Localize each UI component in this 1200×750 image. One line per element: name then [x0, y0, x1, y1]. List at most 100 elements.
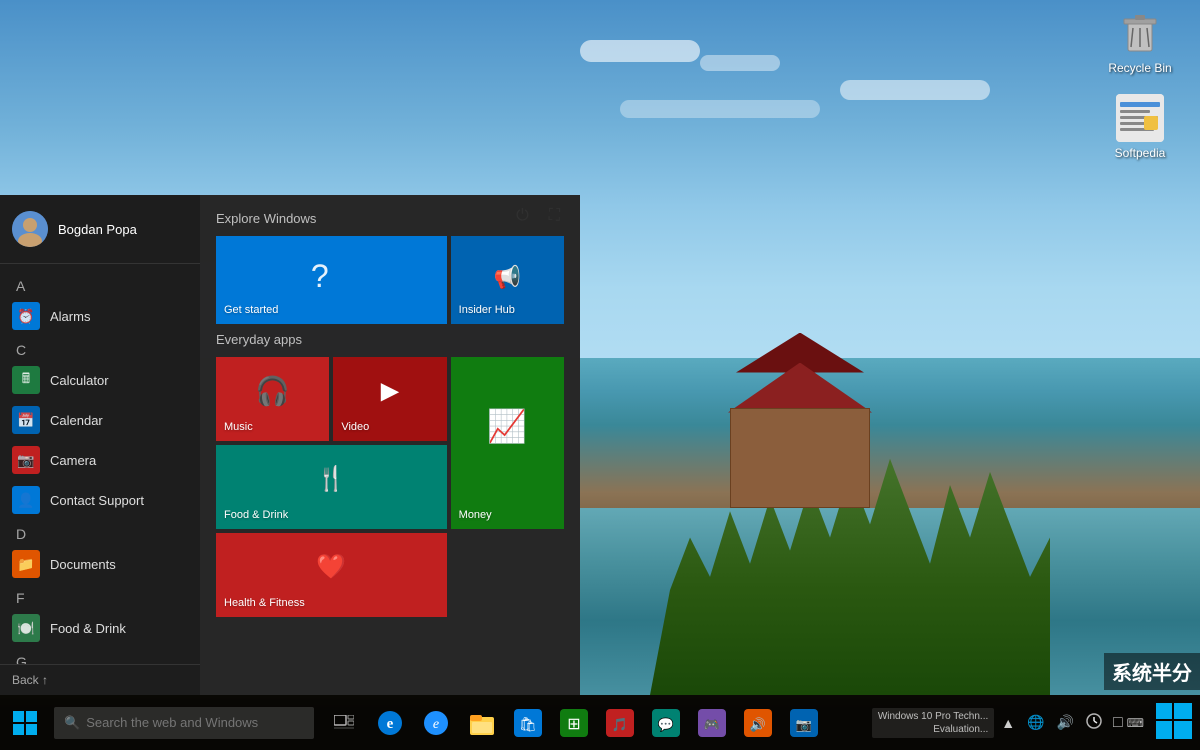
food-drink-label: Food & Drink: [50, 621, 126, 636]
search-bar[interactable]: 🔍: [54, 707, 314, 739]
everyday-tiles-grid: 🎧 Music ▶ Video 📈 Money 🍴 Food & Drink: [216, 357, 564, 617]
app-5-svg: 🔊: [744, 709, 772, 737]
insider-hub-tile-icon: 📢: [494, 264, 521, 290]
start-menu-left-panel: Bogdan Popa ⏻ ⛶ A ⏰ Alarms C 🖩 Calcu: [0, 195, 200, 695]
system-tray: Windows 10 Pro Techn... Evaluation... ▲ …: [872, 703, 1200, 742]
svg-text:📷: 📷: [796, 717, 812, 732]
food-drink-tile-label: Food & Drink: [224, 509, 288, 521]
svg-text:e: e: [433, 717, 439, 732]
app-item-calculator[interactable]: 🖩 Calculator: [0, 360, 200, 400]
svg-text:💬: 💬: [658, 717, 674, 732]
start-button[interactable]: [0, 695, 50, 750]
app-icon-1[interactable]: ⊞: [552, 695, 596, 750]
edge-icon[interactable]: e: [368, 695, 412, 750]
cloud-2: [700, 55, 780, 71]
insider-hub-tile-label: Insider Hub: [459, 304, 515, 316]
softpedia-label: Softpedia: [1115, 146, 1166, 160]
svg-text:🛍: 🛍: [519, 716, 537, 732]
start-menu-footer[interactable]: Back ↑: [0, 664, 200, 695]
app-item-alarms[interactable]: ⏰ Alarms: [0, 296, 200, 336]
everyday-section-title: Everyday apps: [216, 332, 564, 347]
get-started-tile-label: Get started: [224, 304, 278, 316]
recycle-bin-icon[interactable]: Recycle Bin: [1100, 5, 1180, 79]
taskbar-pinned-apps: e e 🛍: [322, 695, 826, 750]
softpedia-svg: [1116, 94, 1164, 142]
app-icon-3[interactable]: 💬: [644, 695, 688, 750]
task-view-icon: [334, 715, 354, 731]
keyboard-layout-icon[interactable]: ⌨: [1127, 716, 1144, 730]
documents-label: Documents: [50, 557, 116, 572]
file-explorer-icon[interactable]: [460, 695, 504, 750]
store-svg: 🛍: [514, 709, 542, 737]
ie-browser-icon: e: [422, 709, 450, 737]
alarms-label: Alarms: [50, 309, 90, 324]
app-item-calendar[interactable]: 📅 Calendar: [0, 400, 200, 440]
camera-icon: 📷: [12, 446, 40, 474]
tile-get-started[interactable]: ? Get started: [216, 236, 447, 324]
calculator-label: Calculator: [50, 373, 109, 388]
health-fitness-tile-label: Health & Fitness: [224, 597, 305, 609]
tile-insider-hub[interactable]: 📢 Insider Hub: [451, 236, 564, 324]
user-avatar: [12, 211, 48, 247]
app-item-contact-support[interactable]: 👤 Contact Support: [0, 480, 200, 520]
contact-support-icon: 👤: [12, 486, 40, 514]
tile-money[interactable]: 📈 Money: [451, 357, 564, 529]
alpha-header-g: G: [0, 648, 200, 664]
user-name: Bogdan Popa: [58, 222, 137, 237]
documents-icon: 📁: [12, 550, 40, 578]
user-profile[interactable]: Bogdan Popa: [0, 195, 200, 264]
video-tile-label: Video: [341, 421, 369, 433]
recycle-bin-image: [1116, 9, 1164, 57]
svg-text:🎮: 🎮: [704, 717, 720, 732]
task-view-button[interactable]: [322, 695, 366, 750]
svg-text:e: e: [387, 716, 394, 732]
svg-text:🎵: 🎵: [612, 717, 628, 732]
recycle-bin-svg: [1120, 11, 1160, 55]
store-icon[interactable]: 🛍: [506, 695, 550, 750]
watermark: 系统半分: [1104, 653, 1200, 690]
app-icon-2[interactable]: 🎵: [598, 695, 642, 750]
video-tile-icon: ▶: [381, 376, 399, 405]
camera-label: Camera: [50, 453, 96, 468]
app-list: A ⏰ Alarms C 🖩 Calculator 📅 Calendar 📷: [0, 264, 200, 664]
start-menu-tiles-panel: Explore Windows ? Get started 📢 Insider …: [200, 195, 580, 695]
money-tile-label: Money: [459, 509, 492, 521]
calculator-icon: 🖩: [12, 366, 40, 394]
win10-logo-corner: [1156, 703, 1192, 742]
tile-health-fitness[interactable]: ❤️ Health & Fitness: [216, 533, 447, 617]
svg-text:⊞: ⊞: [567, 716, 580, 733]
money-tile-icon: 📈: [487, 407, 527, 445]
chevron-up-icon[interactable]: ▲: [998, 715, 1018, 731]
music-tile-label: Music: [224, 421, 253, 433]
recycle-bin-label: Recycle Bin: [1108, 61, 1171, 75]
app-icon-5[interactable]: 🔊: [736, 695, 780, 750]
building-roof-bottom: [710, 363, 890, 413]
app-icon-4[interactable]: 🎮: [690, 695, 734, 750]
ie-icon[interactable]: e: [414, 695, 458, 750]
app-1-svg: ⊞: [560, 709, 588, 737]
tile-music[interactable]: 🎧 Music: [216, 357, 329, 441]
food-drink-tile-icon: 🍴: [316, 464, 346, 493]
start-menu: Bogdan Popa ⏻ ⛶ A ⏰ Alarms C 🖩 Calcu: [0, 195, 580, 695]
search-input[interactable]: [86, 715, 304, 730]
health-fitness-tile-icon: ❤️: [316, 552, 346, 581]
action-center-icon[interactable]: □: [1113, 714, 1123, 732]
tile-food-drink[interactable]: 🍴 Food & Drink: [216, 445, 447, 529]
calendar-icon: 📅: [12, 406, 40, 434]
app-icon-6[interactable]: 📷: [782, 695, 826, 750]
svg-text:🔊: 🔊: [750, 716, 766, 733]
app-item-food-drink[interactable]: 🍽️ Food & Drink: [0, 608, 200, 648]
cloud-1: [580, 40, 700, 62]
calendar-label: Calendar: [50, 413, 103, 428]
avatar-svg: [12, 211, 48, 247]
network-icon[interactable]: 🌐: [1024, 714, 1047, 731]
softpedia-icon[interactable]: Softpedia: [1100, 90, 1180, 164]
tile-video[interactable]: ▶ Video: [333, 357, 446, 441]
app-item-documents[interactable]: 📁 Documents: [0, 544, 200, 584]
cloud-4: [620, 100, 820, 118]
cloud-3: [840, 80, 990, 100]
app-item-camera[interactable]: 📷 Camera: [0, 440, 200, 480]
contact-support-label: Contact Support: [50, 493, 144, 508]
volume-icon[interactable]: 🔊: [1054, 714, 1077, 731]
system-tray-icons: ▲ 🌐 🔊: [998, 713, 1105, 732]
